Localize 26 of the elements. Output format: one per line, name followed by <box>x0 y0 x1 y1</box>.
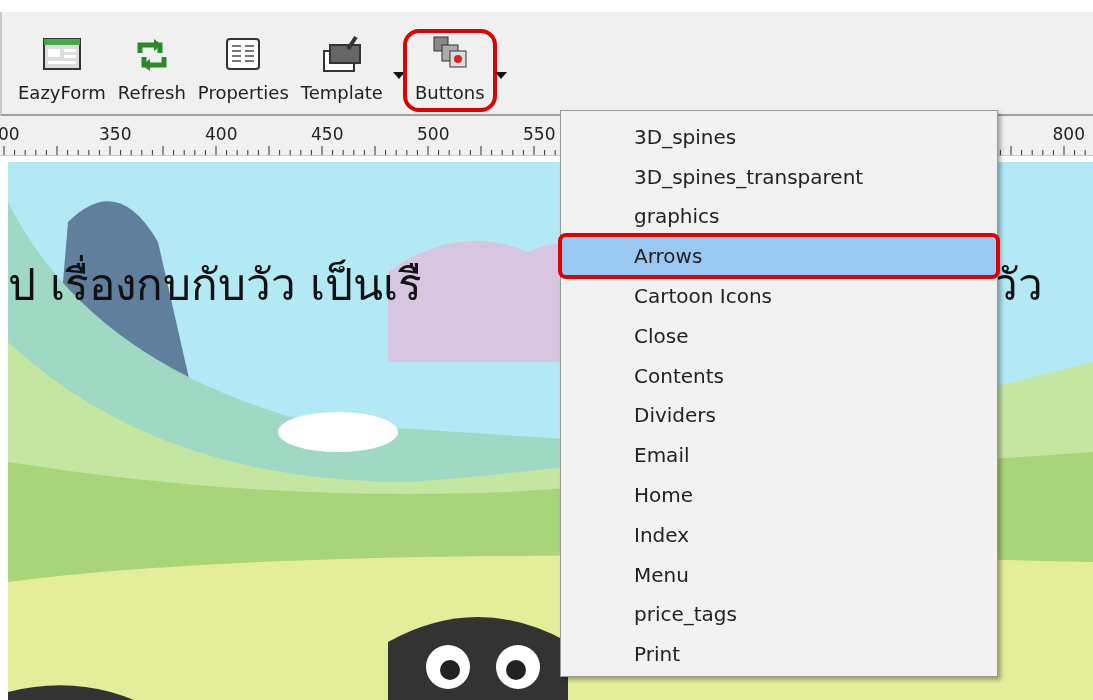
menu-item[interactable]: Index <box>561 514 997 555</box>
ruler-label: 400 <box>205 123 238 146</box>
menu-item[interactable]: Menu <box>561 554 997 595</box>
toolbar-button[interactable]: Properties <box>191 35 295 106</box>
toolbar-button[interactable]: Template <box>294 35 389 106</box>
menu-item[interactable]: Contents <box>561 355 997 396</box>
toolbar-button[interactable]: Refresh <box>111 35 192 106</box>
menu-item[interactable]: graphics <box>561 196 997 237</box>
menu-item[interactable]: 3D_spines <box>561 117 997 157</box>
ruler-label: 550 <box>523 123 556 146</box>
menu-item[interactable]: 3D_spines_transparent <box>561 156 997 197</box>
toolbar-button[interactable]: Buttons <box>408 35 491 106</box>
ruler-label: 500 <box>417 123 450 146</box>
ruler-label: 800 <box>1052 123 1085 146</box>
menu-item[interactable]: Arrows <box>561 236 997 277</box>
title-text: ป เรื่องกบกับวัว เป็นเรื <box>8 252 422 318</box>
menu-item[interactable]: Dividers <box>561 395 997 436</box>
menu-item[interactable]: Email <box>561 435 997 476</box>
toolbar-button[interactable]: EazyForm <box>12 35 112 106</box>
template-pages-icon <box>321 35 362 75</box>
ruler-label: 450 <box>311 123 344 146</box>
menu-item[interactable]: Print <box>561 634 997 675</box>
menu-item[interactable]: price_tags <box>561 594 997 635</box>
ruler-label: 350 <box>99 123 132 146</box>
menu-item[interactable]: Close <box>561 316 997 356</box>
menu-item[interactable]: Home <box>561 475 997 515</box>
